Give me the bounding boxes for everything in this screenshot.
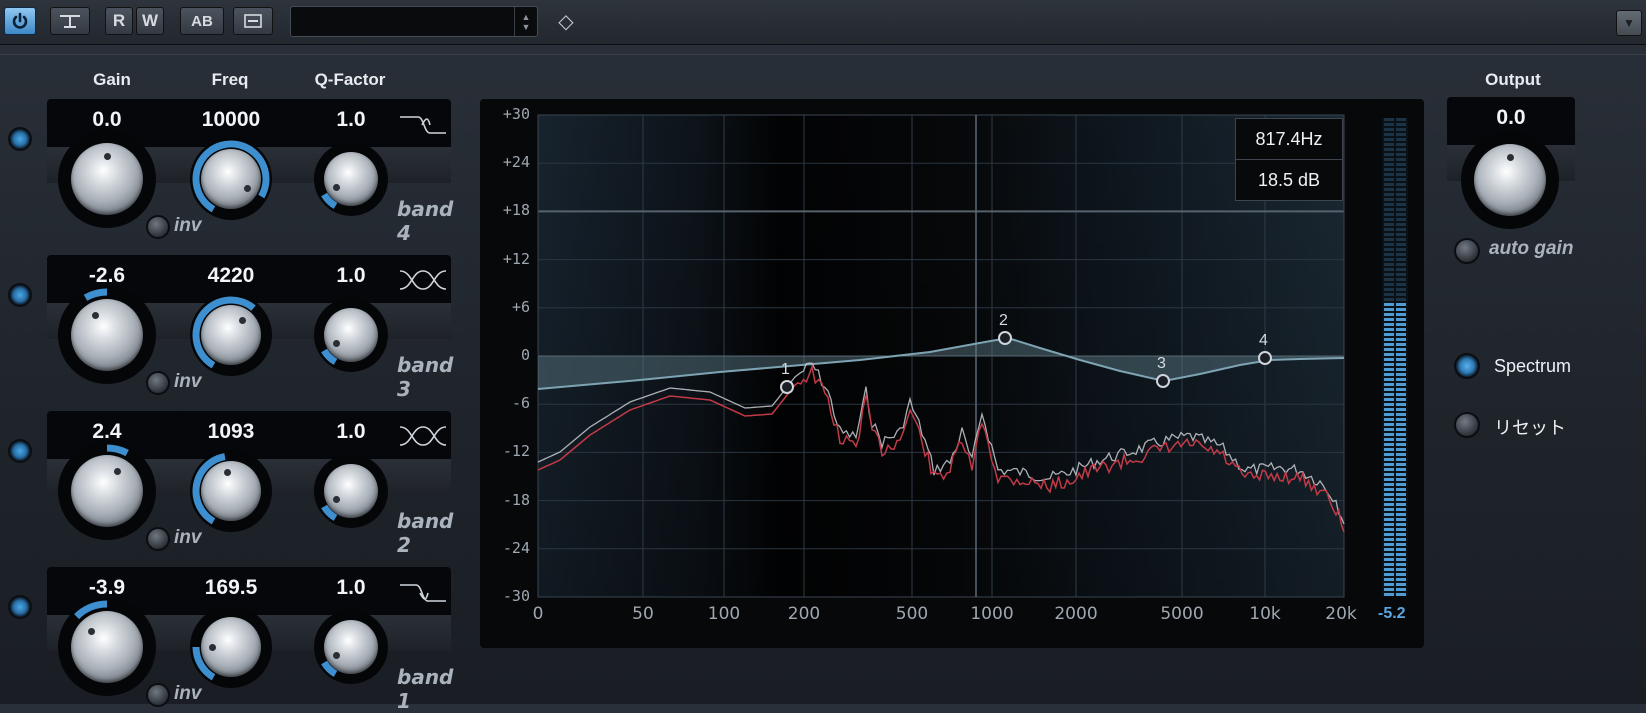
band-handle-label: 4 — [1259, 332, 1268, 349]
band-handle-label: 1 — [781, 361, 790, 378]
auto-gain-label: auto gain — [1489, 238, 1574, 259]
spectrum-toggle[interactable] — [1454, 353, 1480, 379]
readout-frequency: 817.4Hz — [1235, 118, 1343, 160]
output-gain-value: 0.0 — [1496, 106, 1526, 129]
band-handle-1[interactable] — [780, 380, 794, 394]
band-handle-3[interactable] — [1156, 374, 1170, 388]
spectrum-label: Spectrum — [1494, 356, 1572, 376]
band-handle-label: 2 — [999, 312, 1008, 329]
readout-gain: 18.5 dB — [1235, 159, 1343, 201]
eq-graph[interactable]: 1 2 3 4 — [0, 0, 1646, 704]
band-handle-2[interactable] — [998, 331, 1012, 345]
reset-label: リセット — [1494, 418, 1566, 438]
band-handle-label: 3 — [1157, 355, 1166, 372]
output-meter-value: -5.2 — [1378, 605, 1406, 622]
band-handle-4[interactable] — [1258, 351, 1272, 365]
output-knob-well — [1461, 131, 1559, 229]
auto-gain-button[interactable] — [1454, 238, 1480, 264]
reset-button[interactable] — [1454, 412, 1480, 438]
output-knob-indicator — [1506, 154, 1514, 162]
